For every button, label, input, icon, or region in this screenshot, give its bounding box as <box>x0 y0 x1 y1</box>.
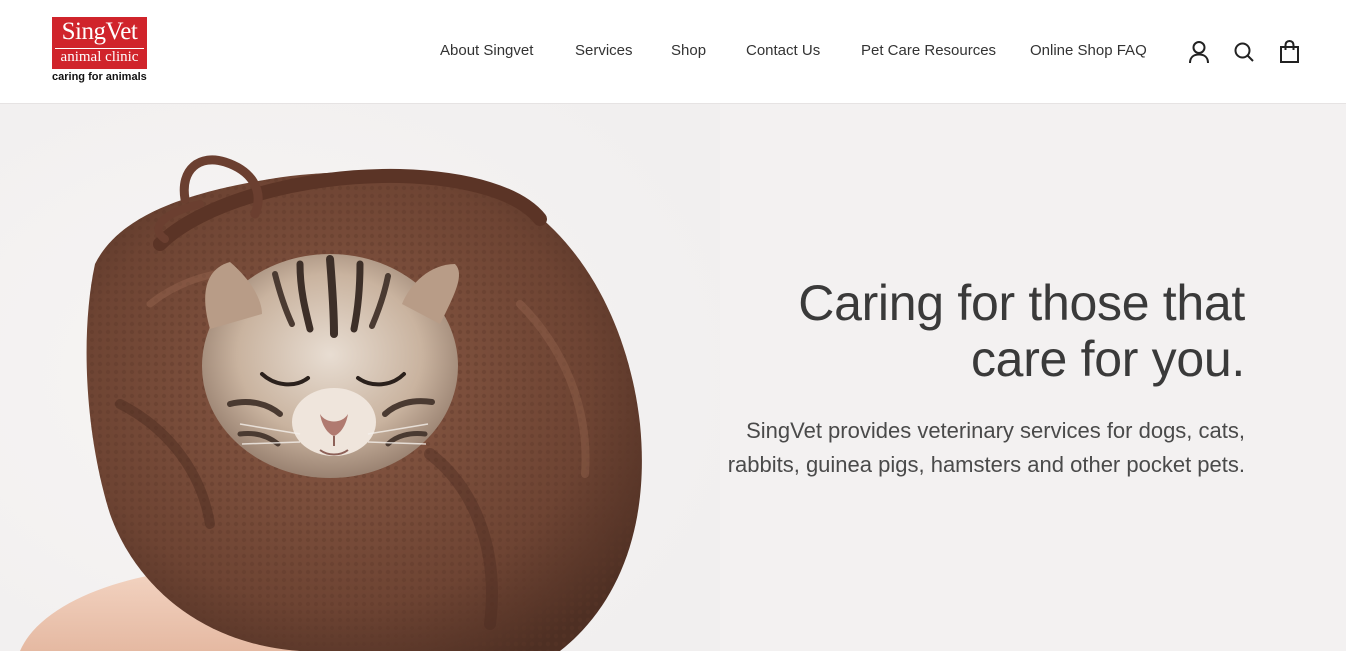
nav-services[interactable]: Services <box>575 42 633 60</box>
cart-icon[interactable] <box>1277 38 1303 66</box>
hero-kitten-image <box>0 104 720 651</box>
hero-description-line-2: rabbits, guinea pigs, hamsters and other… <box>727 452 1245 477</box>
hero-description: SingVet provides veterinary services for… <box>645 414 1245 482</box>
hero-heading: Caring for those that care for you. <box>645 275 1245 387</box>
nav-contact-us[interactable]: Contact Us <box>746 42 820 60</box>
logo-badge: SingVet animal clinic <box>52 17 147 69</box>
hero-heading-line-2: care for you. <box>970 331 1245 387</box>
logo-subtitle: animal clinic <box>60 49 139 65</box>
logo-wordmark: SingVet <box>61 18 138 45</box>
nav-pet-care-resources[interactable]: Pet Care Resources <box>861 42 996 60</box>
hero-heading-line-1: Caring for those that <box>798 275 1245 331</box>
site-logo[interactable]: SingVet animal clinic caring for animals <box>52 17 152 87</box>
logo-tagline: caring for animals <box>52 71 147 83</box>
hero-description-line-1: SingVet provides veterinary services for… <box>746 418 1245 443</box>
nav-online-shop-faq[interactable]: Online Shop FAQ <box>1030 42 1147 60</box>
hero-section: Caring for those that care for you. Sing… <box>0 104 1346 651</box>
search-icon[interactable] <box>1231 38 1257 66</box>
account-icon[interactable] <box>1186 38 1212 66</box>
site-header: SingVet animal clinic caring for animals… <box>0 0 1346 104</box>
nav-shop[interactable]: Shop <box>671 42 706 60</box>
nav-about-singvet[interactable]: About Singvet <box>440 42 533 60</box>
